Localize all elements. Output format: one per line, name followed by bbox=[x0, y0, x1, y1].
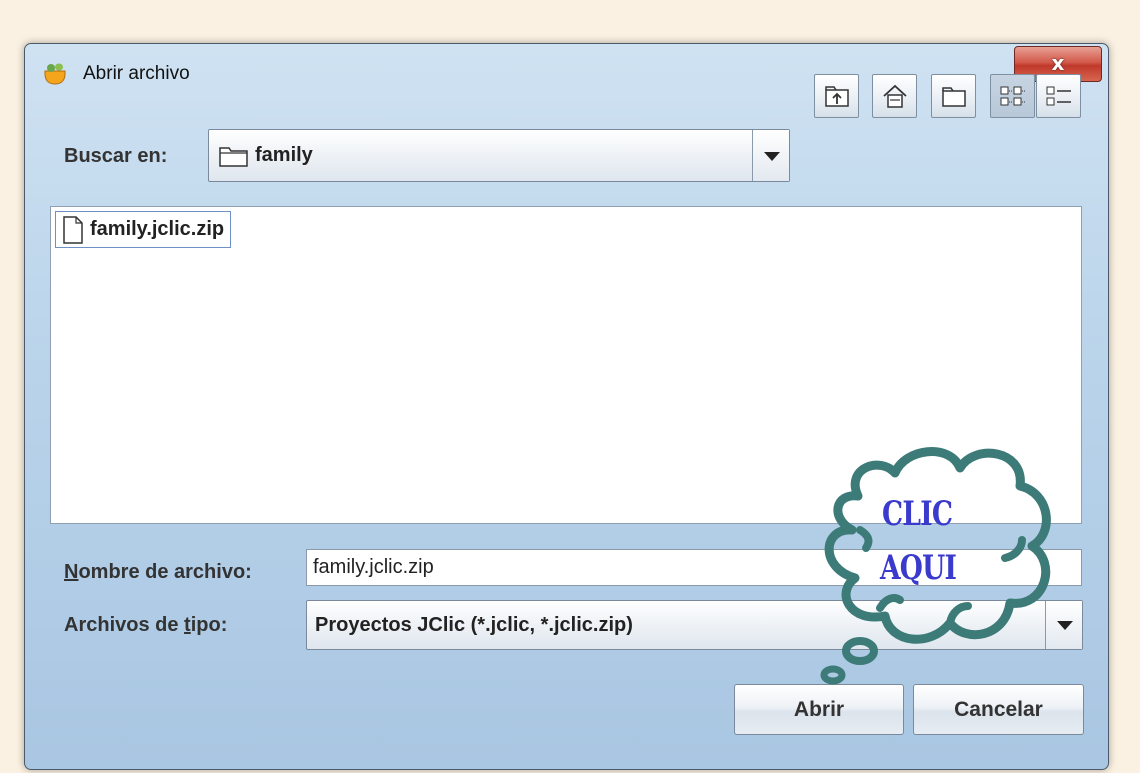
look-in-label: Buscar en: bbox=[64, 145, 168, 167]
up-folder-button[interactable] bbox=[814, 74, 859, 118]
file-name: family.jclic.zip bbox=[90, 218, 225, 240]
file-type-label-text: Archivos de bbox=[64, 614, 185, 636]
file-type-value: Proyectos JClic (*.jclic, *.jclic.zip) bbox=[315, 614, 633, 636]
screenshot-canvas: Abrir archivo x Buscar en: family family… bbox=[0, 0, 1140, 773]
file-name-label: Nombre de archivo: bbox=[64, 561, 252, 584]
file-name-label-mnemonic: N bbox=[64, 561, 79, 583]
window-title: Abrir archivo bbox=[83, 63, 190, 84]
callout-line-1: CLIC bbox=[882, 494, 953, 534]
details-view-icon bbox=[1046, 86, 1071, 106]
chevron-down-icon[interactable] bbox=[752, 130, 789, 181]
new-folder-icon bbox=[942, 87, 966, 107]
thought-cloud-callout: CLIC AQUI bbox=[800, 438, 1060, 688]
open-button[interactable]: Abrir bbox=[734, 684, 904, 735]
jclic-app-icon bbox=[44, 63, 66, 85]
home-icon bbox=[883, 84, 907, 108]
look-in-value: family bbox=[255, 144, 313, 166]
file-name-label-text: ombre de archivo: bbox=[78, 561, 252, 583]
up-folder-icon bbox=[825, 86, 849, 107]
details-view-button[interactable] bbox=[1036, 74, 1081, 118]
list-view-button[interactable] bbox=[990, 74, 1035, 118]
look-in-combo[interactable]: family bbox=[208, 129, 790, 182]
close-icon: x bbox=[1051, 51, 1065, 75]
callout-line-2: AQUI bbox=[880, 548, 957, 588]
list-view-icon bbox=[1000, 86, 1025, 106]
cancel-button[interactable]: Cancelar bbox=[913, 684, 1084, 735]
file-type-label-text-end: ipo: bbox=[190, 614, 228, 636]
file-type-label-mnemonic: t bbox=[184, 614, 191, 636]
file-icon bbox=[63, 216, 83, 244]
file-type-label: Archivos de tipo: bbox=[64, 614, 227, 637]
new-folder-button[interactable] bbox=[931, 74, 976, 118]
list-item[interactable]: family.jclic.zip bbox=[55, 211, 232, 248]
folder-icon bbox=[219, 147, 248, 167]
home-button[interactable] bbox=[872, 74, 917, 118]
